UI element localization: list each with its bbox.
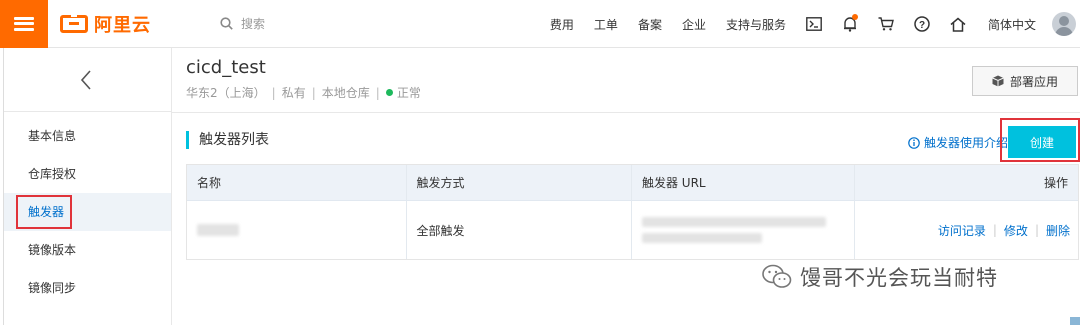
- action-separator: |: [1034, 223, 1039, 237]
- sidebar-item-label: 镜像同步: [28, 281, 77, 295]
- menu-icon: [14, 16, 34, 31]
- chevron-left-icon: [80, 69, 91, 90]
- watermark: 馒哥不光会玩当耐特: [762, 262, 998, 292]
- nav-billing[interactable]: 费用: [540, 16, 584, 33]
- sidebar-item-basic-info[interactable]: 基本信息: [0, 117, 171, 155]
- watermark-text: 馒哥不光会玩当耐特: [800, 266, 998, 290]
- cube-icon: [992, 75, 1004, 87]
- back-button[interactable]: [0, 48, 171, 112]
- column-header-trigger-type: 触发方式: [407, 165, 632, 200]
- sidebar-item-label: 基本信息: [28, 129, 77, 143]
- logo-text: 阿里云: [94, 14, 151, 36]
- trigger-name-cell: [187, 201, 407, 259]
- triggers-table: 名称 触发方式 触发器 URL 操作 全部触发 访问记录 | 修改 | 删除: [186, 164, 1079, 260]
- create-trigger-button[interactable]: 创建: [1008, 126, 1076, 158]
- status-badge: 正常: [396, 86, 421, 100]
- window-edge: [0, 48, 4, 325]
- status-dot-icon: [385, 89, 393, 96]
- divider: [172, 112, 1080, 113]
- sidebar: 基本信息 仓库授权 触发器 镜像版本 镜像同步: [0, 48, 172, 325]
- access-log-link[interactable]: 访问记录: [938, 222, 986, 239]
- top-nav: 费用 工单 备案 企业 支持与服务 ? 简体中文: [540, 0, 1080, 48]
- page-title: cicd_test: [186, 57, 266, 78]
- sidebar-item-label: 仓库授权: [28, 167, 77, 181]
- repo-visibility: 私有: [281, 86, 306, 100]
- trigger-actions-cell: 访问记录 | 修改 | 删除: [855, 201, 1078, 259]
- sidebar-item-image-versions[interactable]: 镜像版本: [0, 231, 171, 269]
- meta-separator: |: [375, 85, 380, 100]
- search-icon: [220, 17, 233, 30]
- notification-dot: [851, 14, 858, 20]
- language-selector[interactable]: 简体中文: [976, 16, 1052, 33]
- sidebar-item-triggers[interactable]: 触发器: [0, 193, 171, 231]
- shopping-cart-icon[interactable]: [868, 0, 904, 48]
- nav-icp-filing[interactable]: 备案: [628, 16, 672, 33]
- aliyun-logo[interactable]: 阿里云: [60, 11, 210, 37]
- sidebar-item-repo-auth[interactable]: 仓库授权: [0, 155, 171, 193]
- redacted-name: [197, 224, 239, 236]
- terminal-icon[interactable]: [796, 0, 832, 48]
- edit-link[interactable]: 修改: [1004, 222, 1028, 239]
- help-icon[interactable]: ?: [904, 0, 940, 48]
- delete-link[interactable]: 删除: [1046, 222, 1070, 239]
- section-title: 触发器列表: [186, 131, 269, 149]
- corner-mark: [1070, 317, 1080, 325]
- search-placeholder: 搜索: [241, 17, 266, 31]
- deploy-label: 部署应用: [1009, 74, 1058, 89]
- help-link-text: 触发器使用介绍: [924, 136, 1009, 150]
- nav-enterprise[interactable]: 企业: [672, 16, 716, 33]
- notification-bell-icon[interactable]: [832, 0, 868, 48]
- redacted-url-line: [641, 233, 762, 243]
- table-row: 全部触发 访问记录 | 修改 | 删除: [187, 201, 1078, 259]
- column-header-name: 名称: [187, 165, 407, 200]
- trigger-type-cell: 全部触发: [407, 201, 632, 259]
- search-input[interactable]: 搜索: [220, 15, 520, 32]
- column-header-actions: 操作: [1043, 176, 1068, 190]
- repo-meta: 华东2（上海） | 私有 | 本地仓库 | 正常: [186, 84, 421, 101]
- action-separator: |: [992, 223, 997, 237]
- nav-support[interactable]: 支持与服务: [716, 16, 796, 33]
- repo-source: 本地仓库: [321, 86, 370, 100]
- trigger-url-cell: [632, 201, 856, 259]
- hamburger-menu-button[interactable]: [0, 0, 48, 48]
- sidebar-menu: 基本信息 仓库授权 触发器 镜像版本 镜像同步: [0, 117, 171, 307]
- meta-separator: |: [311, 85, 316, 100]
- svg-text:?: ?: [919, 20, 925, 31]
- sidebar-item-image-sync[interactable]: 镜像同步: [0, 269, 171, 307]
- nav-tickets[interactable]: 工单: [584, 16, 628, 33]
- trigger-help-link[interactable]: 触发器使用介绍: [908, 134, 1008, 151]
- redacted-url-line: [641, 217, 826, 227]
- highlight-box: [16, 195, 72, 229]
- user-avatar[interactable]: [1052, 12, 1076, 36]
- deploy-app-button[interactable]: 部署应用: [972, 66, 1078, 96]
- top-bar: 阿里云 搜索 费用 工单 备案 企业 支持与服务 ? 简体中文: [0, 0, 1080, 48]
- meta-separator: |: [271, 85, 276, 100]
- repo-region: 华东2（上海）: [186, 86, 266, 100]
- table-header: 名称 触发方式 触发器 URL 操作: [187, 165, 1078, 201]
- wechat-icon: [762, 264, 792, 288]
- sidebar-item-label: 镜像版本: [28, 243, 77, 257]
- info-icon: [908, 136, 920, 149]
- aliyun-logo-icon: [60, 13, 88, 33]
- column-header-trigger-url: 触发器 URL: [632, 165, 856, 200]
- home-icon[interactable]: [940, 0, 976, 48]
